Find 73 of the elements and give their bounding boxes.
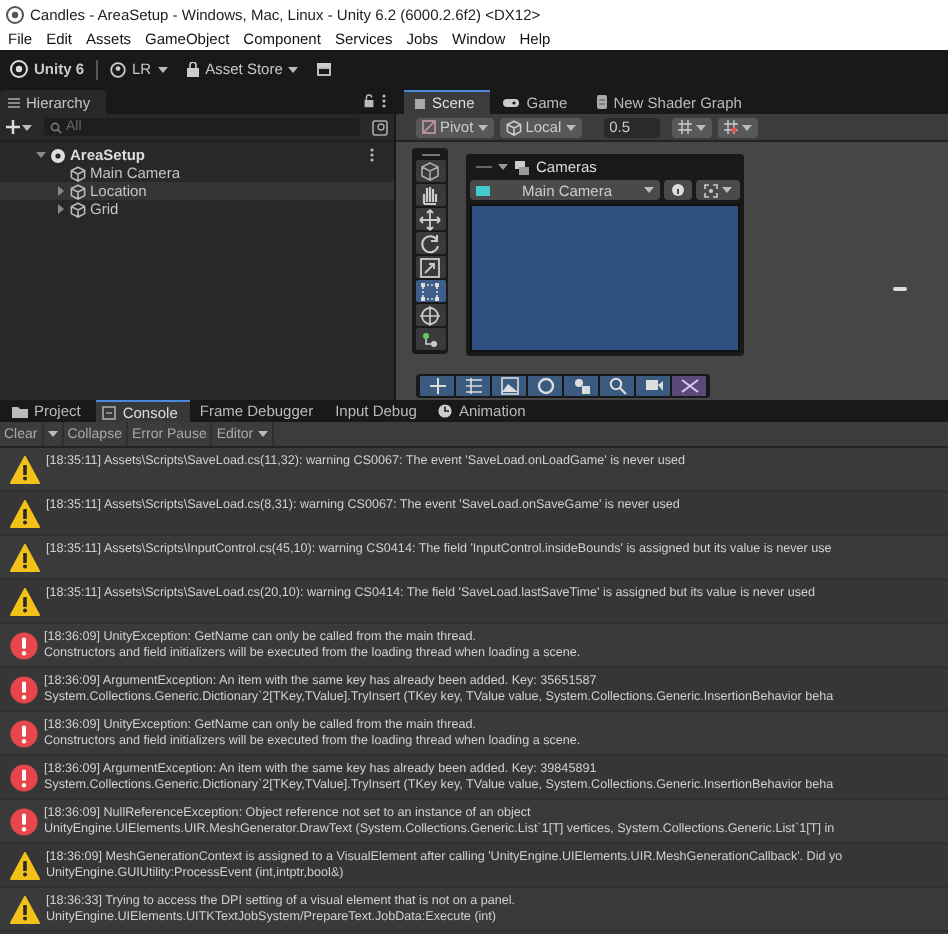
caret-icon [47, 430, 58, 438]
search-icon [607, 376, 627, 396]
document-icon [595, 94, 608, 110]
cameras-icon [514, 159, 530, 175]
scale-icon [418, 255, 442, 279]
rotate-icon [418, 231, 442, 255]
caret-icon [257, 430, 268, 438]
create-button[interactable] [6, 120, 32, 134]
package-button[interactable] [316, 62, 333, 76]
grid-icon [677, 120, 692, 134]
drag-handle-icon [421, 152, 439, 158]
rect-tool-icon [418, 279, 442, 303]
tool-button[interactable] [415, 256, 445, 278]
snap-grid-icon [723, 120, 738, 134]
caret-icon [741, 123, 752, 131]
caret-icon [695, 123, 706, 131]
image-icon [499, 376, 519, 396]
folder-icon [12, 405, 28, 417]
frame-button[interactable] [696, 180, 740, 200]
overlay-button[interactable] [672, 376, 706, 396]
cube-icon [505, 119, 522, 135]
caret-icon [565, 123, 576, 131]
transform-icon [418, 303, 442, 327]
clear-options-button[interactable] [43, 422, 64, 446]
view-cube-icon [418, 159, 442, 183]
shapes-icon [571, 376, 591, 396]
tool-button[interactable] [415, 208, 445, 230]
collapsed-overlay-icon [892, 286, 908, 292]
person-icon [110, 61, 127, 77]
tool-button[interactable] [415, 304, 445, 326]
tool-button[interactable] [415, 232, 445, 254]
frame-icon [704, 183, 718, 197]
camera-icon [643, 376, 663, 396]
overlay-button[interactable] [564, 376, 598, 396]
lock-icon [364, 94, 374, 108]
tool-button[interactable] [415, 184, 445, 206]
overlay-button[interactable] [456, 376, 490, 396]
caret-icon [644, 186, 654, 194]
bag-icon [185, 61, 200, 77]
overlay-button[interactable] [420, 376, 454, 396]
gamepad-icon [502, 97, 521, 107]
info-icon [672, 184, 684, 196]
list-icon [8, 97, 20, 107]
custom-tool-icon [418, 327, 442, 351]
move-icon [418, 207, 442, 231]
overlay-button[interactable] [636, 376, 670, 396]
tool-button[interactable] [415, 280, 445, 302]
plus-icon [6, 120, 20, 134]
caret-icon [157, 65, 168, 73]
tool-button[interactable] [415, 160, 445, 182]
expanded-arrow-icon [498, 162, 508, 172]
search-icon [50, 121, 62, 133]
grid-icon [463, 376, 483, 396]
pivot-icon [422, 120, 436, 134]
overlay-button[interactable] [528, 376, 562, 396]
grid-button[interactable] [671, 117, 712, 137]
drag-handle-icon [476, 164, 492, 170]
caret-icon [722, 186, 732, 194]
caret-icon [22, 123, 32, 131]
console-icon [102, 405, 117, 419]
box-icon [316, 62, 333, 76]
caret-icon [288, 65, 299, 73]
hash-icon [414, 97, 426, 109]
expanded-arrow-icon [36, 150, 46, 160]
camera-icon [476, 185, 490, 195]
tool-button[interactable] [415, 328, 445, 350]
overlay-button[interactable] [600, 376, 634, 396]
info-button[interactable] [664, 180, 692, 200]
overlay-button[interactable] [492, 376, 526, 396]
hand-icon [418, 183, 442, 207]
caret-icon [477, 123, 488, 131]
snap-button[interactable] [717, 117, 758, 137]
circle-icon [535, 376, 555, 396]
